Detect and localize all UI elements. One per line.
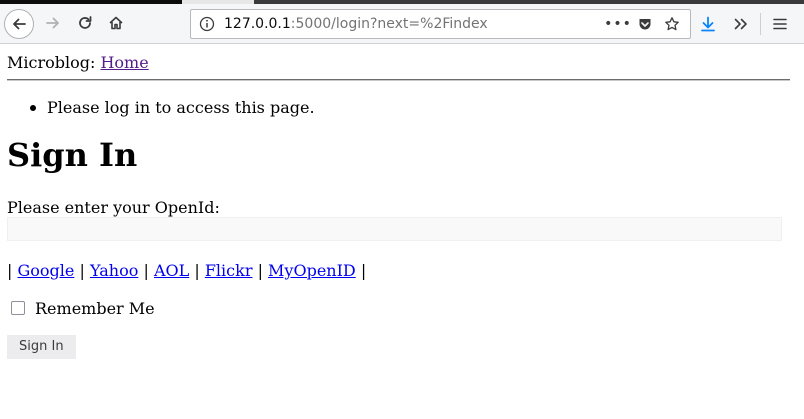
menu-icon [773,18,787,30]
page-actions-icon[interactable]: ••• [604,15,631,33]
download-icon [701,16,715,32]
bullet-icon [30,105,36,111]
forward-button[interactable] [38,8,68,38]
bookmark-star-icon[interactable] [662,15,682,33]
openid-input[interactable] [7,217,782,241]
reload-icon [79,16,92,29]
remember-me-row: Remember Me [11,299,155,318]
flash-text: Please log in to access this page. [47,98,315,117]
provider-yahoo-link[interactable]: Yahoo [90,261,138,280]
url-path: :5000/login?next=%2Findex [290,16,488,32]
provider-separator: | [257,261,263,280]
provider-separator: | [79,261,85,280]
forward-icon [46,17,59,29]
overflow-icon [734,18,747,30]
back-icon [13,18,26,30]
provider-myopenid-link[interactable]: MyOpenID [268,261,356,280]
page-title: Sign In [7,136,138,174]
provider-separator: | [194,261,200,280]
provider-separator: | [143,261,149,280]
home-icon [109,16,123,30]
info-icon[interactable] [199,16,215,36]
provider-google-link[interactable]: Google [17,261,74,280]
back-button[interactable] [4,9,34,39]
reload-button[interactable] [70,8,100,38]
home-link[interactable]: Home [100,53,148,72]
header-divider [7,79,790,81]
site-header: Microblog: Home [7,53,149,72]
provider-separator: | [360,261,367,280]
browser-toolbar: 127.0.0.1:5000/login?next=%2Findex ••• [0,4,804,44]
download-button[interactable] [697,13,719,35]
url-bar[interactable]: 127.0.0.1:5000/login?next=%2Findex ••• [190,9,691,39]
sign-in-button[interactable]: Sign In [7,335,76,359]
menu-button[interactable] [769,13,791,35]
toolbar-separator [760,13,761,35]
url-text[interactable]: 127.0.0.1:5000/login?next=%2Findex [224,16,488,32]
flash-message: Please log in to access this page. [30,98,315,117]
overflow-button[interactable] [730,13,752,35]
url-host: 127.0.0.1 [224,16,291,32]
provider-links: | Google | Yahoo | AOL | Flickr | MyOpen… [7,261,366,280]
provider-aol-link[interactable]: AOL [154,261,189,280]
provider-separator: | [7,261,13,280]
home-button[interactable] [101,8,131,38]
pocket-icon[interactable] [635,15,655,33]
openid-prompt: Please enter your OpenId: [7,198,220,217]
site-name: Microblog: [7,53,96,72]
remember-me-label: Remember Me [35,299,155,318]
provider-flickr-link[interactable]: Flickr [205,261,253,280]
remember-me-checkbox[interactable] [11,300,25,315]
